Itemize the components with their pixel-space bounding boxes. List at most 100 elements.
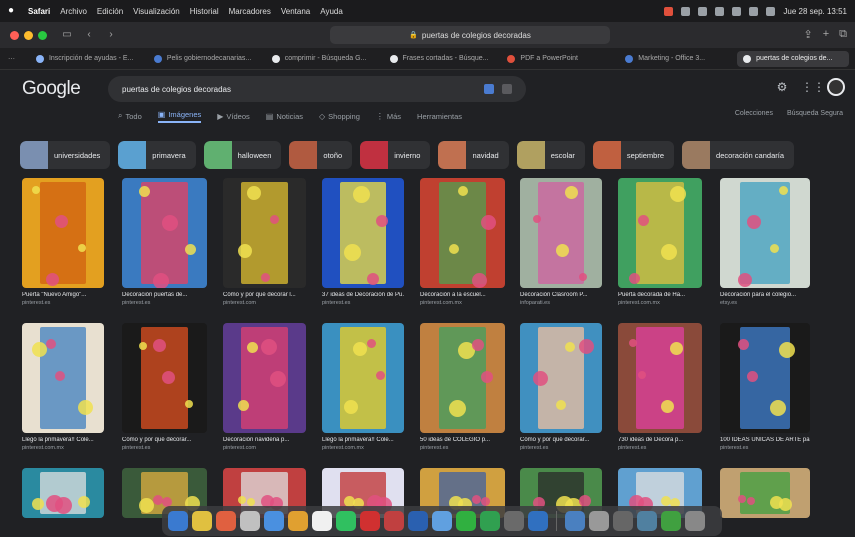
chip-otono[interactable]: otoño	[289, 141, 353, 169]
result-thumbnail[interactable]	[322, 178, 404, 288]
lens-icon[interactable]	[484, 84, 494, 94]
result-caption[interactable]: 50 ideas de COLEGIO p...	[420, 437, 505, 443]
filter-tab-todo[interactable]: ⌕ Todo	[118, 111, 142, 121]
dock-app-icon[interactable]	[637, 511, 657, 531]
image-result-card[interactable]: Llegó la primavera!! Cole... pinterest.co…	[322, 323, 404, 451]
image-result-card[interactable]	[720, 468, 810, 518]
dock-app-icon[interactable]	[613, 511, 633, 531]
filter-tab-herramientas[interactable]: Herramientas	[417, 112, 462, 121]
dock-app-icon[interactable]	[565, 511, 585, 531]
status-control-center-icon[interactable]	[766, 6, 776, 16]
settings-gear-icon[interactable]: ⚙	[775, 80, 789, 94]
google-logo[interactable]: Google	[22, 78, 81, 100]
result-caption[interactable]: Llegó la primavera!! Cole...	[322, 437, 404, 443]
result-caption[interactable]: Puerta "Nuevo Amigo"...	[22, 292, 104, 298]
dock-app-icon[interactable]	[360, 511, 380, 531]
dock-app-icon[interactable]	[528, 511, 548, 531]
tab-6[interactable]: Marketing - Office 3...	[619, 51, 731, 67]
dock-app-icon[interactable]	[384, 511, 404, 531]
status-sync-icon[interactable]	[681, 6, 691, 16]
result-thumbnail[interactable]	[720, 323, 810, 433]
image-result-card[interactable]	[22, 468, 104, 518]
result-thumbnail[interactable]	[22, 178, 104, 288]
chip-universidades[interactable]: universidades	[20, 141, 111, 169]
dock-app-icon[interactable]	[589, 511, 609, 531]
image-result-card[interactable]: Cómo y por qué decorar... pinterest.es	[520, 323, 602, 451]
filter-tab-videos[interactable]: ▶ Vídeos	[217, 112, 250, 121]
result-thumbnail[interactable]	[122, 178, 207, 288]
result-thumbnail[interactable]	[720, 468, 810, 518]
dock-app-icon[interactable]	[432, 511, 452, 531]
chip-primavera[interactable]: primavera	[118, 141, 196, 169]
image-result-card[interactable]: Decoración puertas de... pinterest.es	[122, 178, 207, 306]
menu-visualizacion[interactable]: Visualización	[133, 7, 180, 16]
image-result-card[interactable]: Cómo y por qué decorar l... pinterest.com	[223, 178, 306, 306]
menu-ventana[interactable]: Ventana	[281, 7, 310, 16]
image-result-card[interactable]: Cómo y por qué decorar... pinterest.es	[122, 323, 207, 451]
result-thumbnail[interactable]	[22, 323, 104, 433]
result-caption[interactable]: Decoración puertas de...	[122, 292, 207, 298]
result-thumbnail[interactable]	[223, 323, 306, 433]
back-arrow-icon[interactable]: ‹	[83, 29, 95, 41]
tab-overview-icon[interactable]: ⧉	[839, 28, 847, 41]
dock-app-icon[interactable]	[336, 511, 356, 531]
tab-5[interactable]: PDF a PowerPoint	[501, 51, 613, 67]
share-icon[interactable]: ⇪	[803, 28, 812, 41]
image-result-card[interactable]: Decoración para el colegio... etsy.es	[720, 178, 810, 306]
status-battery-icon[interactable]	[715, 6, 725, 16]
image-result-card[interactable]: Decoración Clasroom P... infoparati.es	[520, 178, 602, 306]
menubar-clock[interactable]: Jue 28 sep. 13:51	[783, 7, 847, 16]
safe-search-link[interactable]: Búsqueda Segura	[787, 110, 843, 117]
result-thumbnail[interactable]	[22, 468, 104, 518]
result-caption[interactable]: Cómo y por qué decorar l...	[223, 292, 306, 298]
dock-app-icon[interactable]	[240, 511, 260, 531]
result-caption[interactable]: 37 ideas de Decoración de Pu...	[322, 292, 404, 298]
result-caption[interactable]: Decoración navideña p...	[223, 437, 306, 443]
filter-tab-mas[interactable]: ⋮ Más	[376, 112, 401, 121]
result-thumbnail[interactable]	[520, 323, 602, 433]
tab-group-icon[interactable]: ⋯	[8, 55, 30, 63]
image-result-card[interactable]: Decoración a la escuel... pinterest.com.m…	[420, 178, 505, 306]
tab-4[interactable]: Frases cortadas - Búsque...	[384, 51, 496, 67]
dock-app-icon[interactable]	[456, 511, 476, 531]
chip-navidad[interactable]: navidad	[438, 141, 509, 169]
status-app-icon[interactable]	[664, 6, 674, 16]
close-window-button[interactable]	[10, 30, 19, 40]
result-thumbnail[interactable]	[223, 178, 306, 288]
result-caption[interactable]: Decoración Clasroom P...	[520, 292, 602, 298]
dock-app-icon[interactable]	[264, 511, 284, 531]
menu-archivo[interactable]: Archivo	[60, 7, 87, 16]
dock-app-icon[interactable]	[685, 511, 705, 531]
dock-app-icon[interactable]	[480, 511, 500, 531]
result-thumbnail[interactable]	[420, 323, 505, 433]
menu-historial[interactable]: Historial	[190, 7, 219, 16]
minimize-window-button[interactable]	[24, 30, 33, 40]
account-avatar[interactable]	[827, 78, 845, 96]
status-display-icon[interactable]	[698, 6, 708, 16]
tab-1[interactable]: Inscripción de ayudas - E...	[30, 51, 142, 67]
menu-safari[interactable]: Safari	[28, 7, 50, 16]
result-thumbnail[interactable]	[122, 323, 207, 433]
dock-app-icon[interactable]	[216, 511, 236, 531]
result-caption[interactable]: Llegó la primavera!! Cole...	[22, 437, 104, 443]
apple-menu-icon[interactable]: ●	[8, 6, 18, 16]
image-result-card[interactable]: 50 ideas de COLEGIO p... pinterest.es	[420, 323, 505, 451]
result-caption[interactable]: Cómo y por qué decorar...	[122, 437, 207, 443]
menu-ayuda[interactable]: Ayuda	[320, 7, 343, 16]
image-result-card[interactable]: 100 IDEAS ÚNICAS DE ARTE para Puerta... p…	[720, 323, 810, 451]
zoom-window-button[interactable]	[38, 30, 47, 40]
result-caption[interactable]: Decoración para el colegio...	[720, 292, 810, 298]
dock-app-icon[interactable]	[288, 511, 308, 531]
result-thumbnail[interactable]	[420, 178, 505, 288]
tab-2[interactable]: Pelis gobiernodecanarias...	[148, 51, 260, 67]
image-result-card[interactable]: Llegó la primavera!! Cole... pinterest.co…	[22, 323, 104, 451]
result-thumbnail[interactable]	[322, 323, 404, 433]
result-thumbnail[interactable]	[720, 178, 810, 288]
dock-app-icon[interactable]	[504, 511, 524, 531]
menu-marcadores[interactable]: Marcadores	[229, 7, 271, 16]
address-bar[interactable]: 🔒 puertas de colegios decoradas	[330, 26, 610, 44]
chip-escolar[interactable]: escolar	[516, 141, 585, 169]
result-caption[interactable]: Cómo y por qué decorar...	[520, 437, 602, 443]
dock-app-icon[interactable]	[312, 511, 332, 531]
dock-app-icon[interactable]	[408, 511, 428, 531]
